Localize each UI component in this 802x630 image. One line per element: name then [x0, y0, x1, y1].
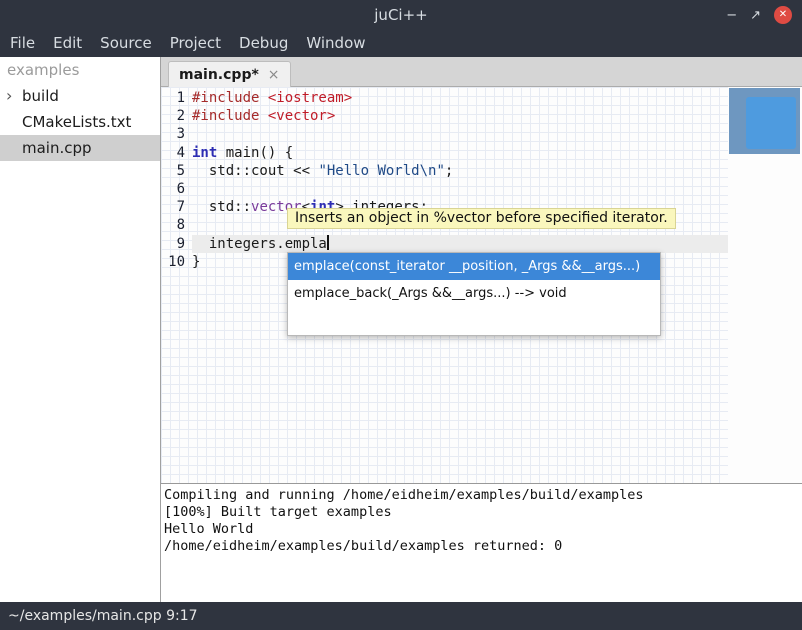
code-editor[interactable]: 1 #include <iostream> 2 #include <vector…: [161, 87, 802, 483]
line-number: 5: [161, 162, 192, 180]
line-number: 1: [161, 89, 192, 107]
code-line[interactable]: 3: [161, 125, 728, 143]
line-number: 2: [161, 107, 192, 125]
window-title: juCi++: [0, 0, 802, 30]
line-number: 6: [161, 180, 192, 198]
menu-project[interactable]: Project: [161, 30, 230, 57]
menu-file[interactable]: File: [1, 30, 44, 57]
line-number: 8: [161, 216, 192, 234]
close-icon[interactable]: ✕: [774, 6, 792, 24]
output-console: Compiling and running /home/eidheim/exam…: [161, 483, 802, 602]
tab-close-icon[interactable]: ×: [268, 68, 280, 82]
output-line: /home/eidheim/examples/build/examples re…: [164, 538, 802, 555]
code-line[interactable]: 2 #include <vector>: [161, 107, 728, 125]
tabbar: main.cpp* ×: [161, 57, 802, 87]
menu-source[interactable]: Source: [91, 30, 161, 57]
autocomplete-popup: emplace(const_iterator __position, _Args…: [287, 252, 661, 336]
text-cursor: [327, 235, 329, 250]
line-number: 9: [161, 235, 192, 253]
sidebar-item-cmakelists[interactable]: CMakeLists.txt: [0, 109, 160, 135]
line-number: 3: [161, 125, 192, 143]
code-line-current[interactable]: 9 integers.empla: [161, 235, 728, 253]
sidebar-item-maincpp[interactable]: main.cpp: [0, 135, 160, 161]
autocomplete-item-emplace-back[interactable]: emplace_back(_Args &&__args...) --> void: [288, 280, 660, 307]
file-tree-header: examples: [0, 57, 160, 83]
sidebar-item-build[interactable]: › build: [0, 83, 160, 109]
app-window: juCi++ − ↗ ✕ File Edit Source Project De…: [0, 0, 802, 630]
sidebar-item-label: CMakeLists.txt: [0, 109, 131, 135]
scrollbar-thumb[interactable]: [746, 97, 796, 149]
chevron-right-icon[interactable]: ›: [0, 83, 22, 109]
line-number: 7: [161, 198, 192, 216]
main-area: examples › build CMakeLists.txt main.cpp…: [0, 57, 802, 602]
sidebar-item-label: build: [22, 83, 59, 109]
output-line: Compiling and running /home/eidheim/exam…: [164, 487, 802, 504]
output-line: Hello World: [164, 521, 802, 538]
autocomplete-item-emplace[interactable]: emplace(const_iterator __position, _Args…: [288, 253, 660, 280]
code-line[interactable]: 6: [161, 180, 728, 198]
menu-debug[interactable]: Debug: [230, 30, 297, 57]
code-line[interactable]: 1 #include <iostream>: [161, 89, 728, 107]
sidebar-item-label: main.cpp: [0, 135, 92, 161]
statusbar: ~/examples/main.cpp 9:17: [0, 602, 802, 630]
scrollbar-track[interactable]: [729, 88, 800, 154]
content-column: main.cpp* × 1 #include <iostream> 2 #inc…: [161, 57, 802, 602]
code-line[interactable]: 5 std::cout << "Hello World\n";: [161, 162, 728, 180]
minimize-icon[interactable]: −: [726, 9, 737, 22]
menu-window[interactable]: Window: [297, 30, 374, 57]
menu-edit[interactable]: Edit: [44, 30, 91, 57]
maximize-icon[interactable]: ↗: [750, 9, 761, 22]
statusbar-path: ~/examples/main.cpp 9:17: [0, 602, 802, 630]
tab-label: main.cpp*: [179, 67, 259, 83]
menubar: File Edit Source Project Debug Window: [0, 30, 802, 57]
doc-tooltip: Inserts an object in %vector before spec…: [287, 208, 676, 229]
output-line: [100%] Built target examples: [164, 504, 802, 521]
tab-maincpp[interactable]: main.cpp* ×: [168, 61, 291, 87]
file-tree: examples › build CMakeLists.txt main.cpp: [0, 57, 161, 602]
window-buttons: − ↗ ✕: [726, 0, 792, 30]
line-number: 10: [161, 253, 192, 271]
code-line[interactable]: 4 int main() {: [161, 144, 728, 162]
titlebar: juCi++ − ↗ ✕: [0, 0, 802, 30]
line-number: 4: [161, 144, 192, 162]
